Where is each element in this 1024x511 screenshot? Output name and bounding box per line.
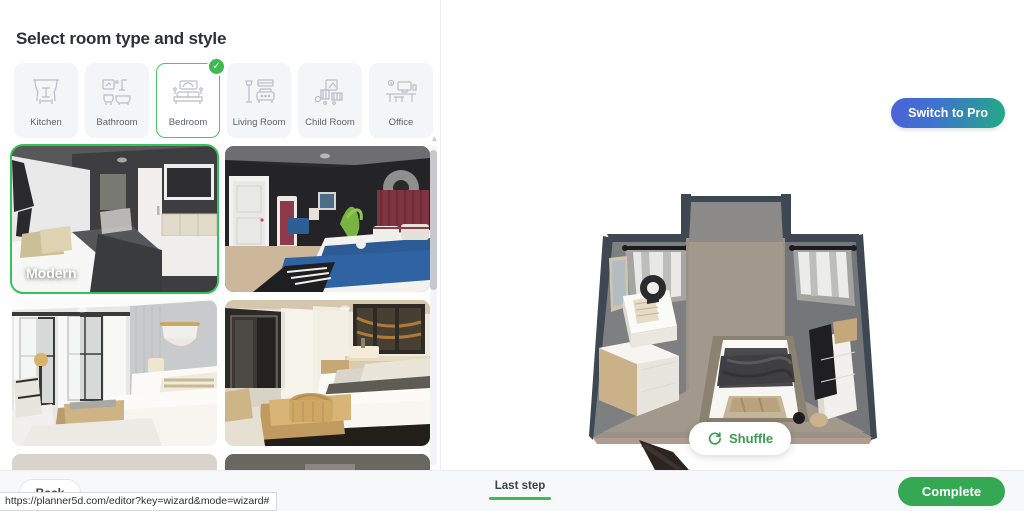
status-bar-url: https://planner5d.com/editor?key=wizard&… (0, 492, 278, 511)
child-room-icon (310, 75, 350, 109)
planner5d-wizard-app: Select room type and style Kitchen Bathr… (0, 0, 1024, 511)
room-type-living-room[interactable]: Living Room (227, 63, 291, 138)
bedroom-icon (168, 75, 208, 109)
style-gallery: Modern (0, 142, 440, 470)
style-thumbnail (225, 454, 430, 470)
style-grid: Modern (10, 144, 432, 470)
office-icon (381, 75, 421, 109)
step-indicator: Last step (470, 480, 570, 500)
style-card-6[interactable] (225, 454, 430, 470)
room-type-kitchen[interactable]: Kitchen (14, 63, 78, 138)
room-3d-render[interactable] (441, 0, 1024, 470)
style-card-5[interactable] (12, 454, 217, 470)
step-label: Last step (494, 480, 546, 492)
complete-button[interactable]: Complete (898, 477, 1005, 506)
room-type-child-room[interactable]: Child Room (298, 63, 362, 138)
living-room-icon (239, 75, 279, 109)
3d-viewport[interactable]: Switch to Pro Shuffle (441, 0, 1024, 470)
style-label: Modern (26, 265, 77, 281)
page-title: Select room type and style (16, 29, 227, 48)
room-type-bedroom[interactable]: ✓ Bedroom (156, 57, 226, 138)
room-type-label: Living Room (232, 117, 286, 128)
room-type-bathroom[interactable]: Bathroom (85, 63, 149, 138)
scrollbar-thumb[interactable] (430, 150, 437, 290)
style-card-4[interactable] (225, 300, 430, 446)
style-card-2[interactable] (225, 146, 430, 292)
style-thumbnail (12, 300, 217, 446)
shuffle-button[interactable]: Shuffle (689, 422, 792, 455)
switch-to-pro-button[interactable]: Switch to Pro (891, 98, 1005, 128)
room-type-office[interactable]: Office (369, 63, 433, 138)
selected-check-icon: ✓ (207, 57, 226, 76)
style-thumbnail (225, 300, 430, 446)
shuffle-label: Shuffle (729, 431, 774, 446)
kitchen-icon (26, 75, 66, 109)
room-type-label: Bathroom (96, 117, 138, 128)
scrollbar-up-arrow-icon[interactable]: ▲ (430, 134, 439, 144)
bathroom-icon (97, 75, 137, 109)
refresh-icon (707, 431, 722, 446)
style-thumbnail (225, 146, 430, 292)
left-panel: Select room type and style Kitchen Bathr… (0, 0, 440, 470)
room-type-label: Bedroom (168, 117, 208, 128)
room-type-selector: Kitchen Bathroom ✓ Bedroom Living Room C… (14, 57, 433, 138)
room-type-label: Kitchen (30, 117, 62, 128)
room-type-label: Child Room (305, 117, 355, 128)
style-card-3[interactable] (12, 300, 217, 446)
style-thumbnail (12, 454, 217, 470)
style-card-modern[interactable]: Modern (10, 144, 219, 294)
room-type-label: Office (388, 117, 414, 128)
step-progress-bar (489, 497, 551, 500)
